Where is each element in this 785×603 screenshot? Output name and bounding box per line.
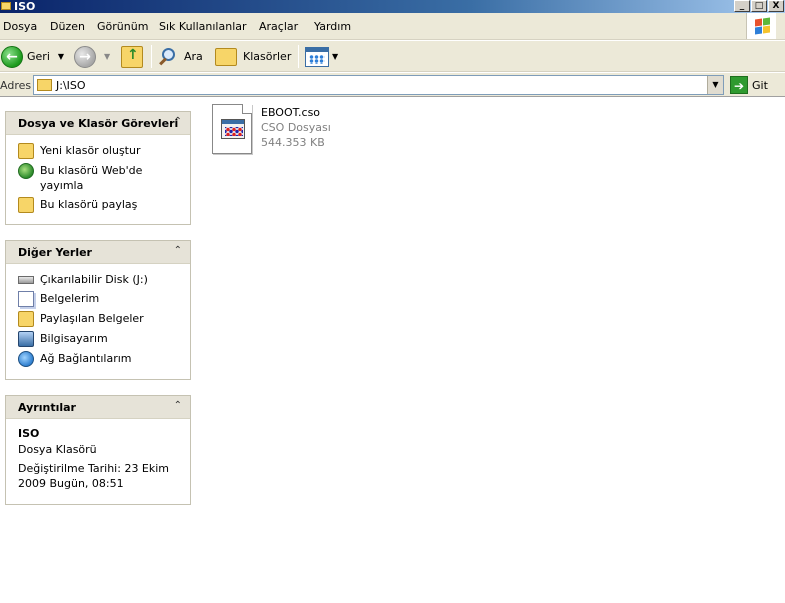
back-button[interactable]: ← Geri ▼ bbox=[1, 41, 64, 72]
chevron-down-icon[interactable]: ▼ bbox=[332, 52, 338, 61]
share-folder-icon bbox=[18, 197, 34, 213]
place-my-documents[interactable]: Belgelerim bbox=[6, 289, 190, 309]
folder-icon bbox=[18, 311, 34, 327]
place-label: Çıkarılabilir Disk (J:) bbox=[40, 273, 148, 286]
menu-file[interactable]: Dosya bbox=[3, 20, 37, 33]
task-share-folder[interactable]: Bu klasörü paylaş bbox=[6, 195, 190, 215]
panel-header[interactable]: Diğer Yerler ⌃ bbox=[6, 241, 190, 264]
file-folder-tasks-panel: Dosya ve Klasör Görevleri ⌃ Yeni klasör … bbox=[5, 111, 191, 225]
task-pane: Dosya ve Klasör Görevleri ⌃ Yeni klasör … bbox=[0, 98, 197, 603]
cso-file-icon bbox=[212, 104, 252, 154]
address-value: J:\ISO bbox=[56, 79, 86, 92]
address-label: Adres bbox=[0, 79, 32, 92]
documents-icon bbox=[18, 291, 34, 307]
panel-title: Diğer Yerler bbox=[18, 246, 92, 259]
chevron-down-icon[interactable]: ▼ bbox=[58, 52, 64, 61]
collapse-icon[interactable]: ⌃ bbox=[174, 400, 182, 411]
web-publish-icon bbox=[18, 163, 34, 179]
menu-bar: Dosya Düzen Görünüm Sık Kullanılanlar Ar… bbox=[0, 13, 785, 40]
search-label: Ara bbox=[184, 50, 203, 63]
collapse-icon[interactable]: ⌃ bbox=[174, 245, 182, 256]
address-bar: Adres J:\ISO ▼ ➔ Git bbox=[0, 73, 785, 97]
file-name: EBOOT.cso bbox=[261, 106, 321, 119]
go-label: Git bbox=[752, 78, 768, 92]
place-removable-disk[interactable]: Çıkarılabilir Disk (J:) bbox=[6, 270, 190, 289]
task-label: Bu klasörü paylaş bbox=[40, 198, 138, 211]
file-type: CSO Dosyası bbox=[261, 121, 331, 134]
details-name: ISO bbox=[18, 427, 40, 440]
search-button[interactable]: Ara bbox=[158, 41, 203, 72]
details-type: Dosya Klasörü bbox=[18, 443, 97, 456]
back-label: Geri bbox=[27, 50, 50, 63]
folders-icon bbox=[215, 47, 237, 66]
menu-favorites[interactable]: Sık Kullanılanlar bbox=[159, 20, 247, 33]
panel-title: Ayrıntılar bbox=[18, 401, 76, 414]
menu-edit[interactable]: Düzen bbox=[50, 20, 85, 33]
toolbar: ← Geri ▼ → ▼ ↑ Ara Klasörler ▼ bbox=[0, 41, 785, 72]
folders-label: Klasörler bbox=[243, 50, 292, 63]
computer-icon bbox=[18, 331, 34, 347]
forward-button[interactable]: → ▼ bbox=[74, 41, 110, 72]
chevron-down-icon[interactable]: ▼ bbox=[707, 76, 723, 94]
menu-view[interactable]: Görünüm bbox=[97, 20, 148, 33]
place-my-computer[interactable]: Bilgisayarım bbox=[6, 329, 190, 349]
network-icon bbox=[18, 351, 34, 367]
folder-icon bbox=[37, 79, 52, 91]
details-modified: Değiştirilme Tarihi: 23 Ekim 2009 Bugün,… bbox=[18, 462, 170, 490]
maximize-button[interactable]: □ bbox=[751, 0, 767, 12]
place-label: Paylaşılan Belgeler bbox=[40, 312, 144, 325]
task-label: Yeni klasör oluştur bbox=[40, 144, 141, 157]
panel-header[interactable]: Dosya ve Klasör Görevleri ⌃ bbox=[6, 112, 190, 135]
place-label: Belgelerim bbox=[40, 292, 100, 305]
removable-disk-icon bbox=[18, 276, 34, 284]
place-network[interactable]: Ağ Bağlantılarım bbox=[6, 349, 190, 369]
up-folder-icon: ↑ bbox=[121, 45, 143, 68]
menu-help[interactable]: Yardım bbox=[314, 20, 351, 33]
menu-tools[interactable]: Araçlar bbox=[259, 20, 298, 33]
go-button[interactable]: ➔ Git bbox=[730, 75, 768, 95]
collapse-icon[interactable]: ⌃ bbox=[174, 116, 182, 127]
panel-header[interactable]: Ayrıntılar ⌃ bbox=[6, 396, 190, 419]
address-input[interactable]: J:\ISO ▼ bbox=[33, 75, 724, 95]
folders-button[interactable]: Klasörler bbox=[215, 41, 291, 72]
views-button[interactable]: ▼ bbox=[305, 41, 338, 72]
place-shared-documents[interactable]: Paylaşılan Belgeler bbox=[6, 309, 190, 329]
up-folder-button[interactable]: ↑ bbox=[121, 41, 143, 72]
windows-logo-icon bbox=[746, 13, 776, 39]
title-bar: ISO _ □ X bbox=[0, 0, 785, 13]
search-icon bbox=[158, 47, 178, 67]
panel-title: Dosya ve Klasör Görevleri bbox=[18, 117, 179, 130]
file-size: 544.353 KB bbox=[261, 136, 325, 149]
task-new-folder[interactable]: Yeni klasör oluştur bbox=[6, 141, 190, 161]
window-title: ISO bbox=[14, 0, 36, 13]
go-arrow-icon: ➔ bbox=[730, 76, 748, 94]
task-label: Bu klasörü Web'de yayımla bbox=[40, 164, 143, 192]
details-panel: Ayrıntılar ⌃ ISO Dosya Klasörü Değiştiri… bbox=[5, 395, 191, 505]
views-icon bbox=[305, 46, 329, 67]
place-label: Bilgisayarım bbox=[40, 332, 108, 345]
minimize-button[interactable]: _ bbox=[734, 0, 750, 12]
new-folder-icon bbox=[18, 143, 34, 159]
other-places-panel: Diğer Yerler ⌃ Çıkarılabilir Disk (J:) B… bbox=[5, 240, 191, 380]
folder-icon bbox=[1, 2, 11, 10]
back-arrow-icon: ← bbox=[1, 45, 23, 68]
close-button[interactable]: X bbox=[768, 0, 784, 12]
task-publish-web[interactable]: Bu klasörü Web'de yayımla bbox=[6, 161, 190, 195]
place-label: Ağ Bağlantılarım bbox=[40, 352, 132, 365]
chevron-down-icon[interactable]: ▼ bbox=[104, 52, 110, 61]
forward-arrow-icon: → bbox=[74, 45, 96, 68]
